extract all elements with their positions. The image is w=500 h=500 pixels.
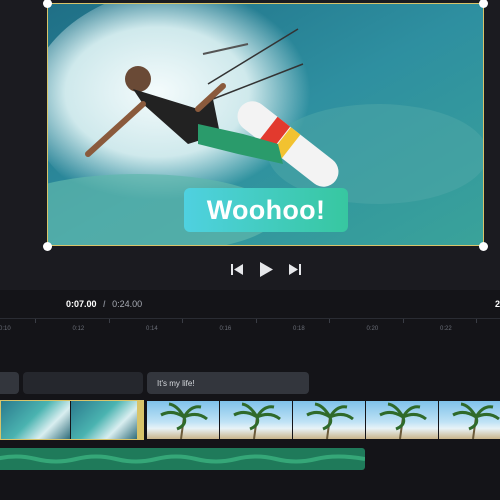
clip-thumbnail [1, 401, 70, 439]
clip-thumbnail [293, 401, 365, 440]
ruler-tick-label: 0:20 [366, 326, 379, 332]
ruler-minor-tick [35, 319, 36, 323]
ruler-tick-label: 0:12 [72, 326, 85, 332]
caption-overlay[interactable]: Woohoo! [184, 188, 348, 232]
audio-clip[interactable] [0, 448, 365, 470]
skip-forward-icon [289, 263, 301, 275]
ruler-minor-tick [108, 319, 110, 323]
text-clip-its-my-life[interactable]: It's my life! [147, 372, 309, 394]
clip-trim-handle[interactable] [137, 400, 144, 440]
ruler-tick-label: 0:18 [293, 326, 305, 332]
clip-thumbnail [220, 401, 292, 440]
text-clip[interactable] [23, 372, 143, 394]
ruler-minor-tick [402, 319, 404, 323]
clip-thumbnail [366, 401, 438, 440]
text-clip-label: It's my life! [157, 378, 195, 388]
audio-waveform [0, 454, 365, 464]
caption-text: Woohoo! [206, 194, 326, 225]
ruler-tick-label: 0:22 [440, 326, 452, 332]
ruler-minor-tick [329, 319, 330, 323]
ruler-tick-label: 0:10 [0, 326, 11, 332]
skip-back-icon [231, 263, 243, 275]
timeline-edge-marker: 2 [495, 299, 500, 309]
resize-handle-bottom-right[interactable] [479, 242, 488, 251]
resize-handle-bottom-left[interactable] [43, 242, 52, 251]
ruler-minor-tick [182, 319, 183, 323]
ruler-minor-tick [255, 319, 257, 323]
current-time: 0:07.00 [66, 299, 97, 309]
ruler-baseline [0, 318, 500, 319]
ruler-tick-label: 0:16 [219, 326, 232, 332]
clip-thumbnail [147, 401, 219, 440]
skip-forward-button[interactable] [286, 260, 304, 278]
text-clip[interactable] [0, 372, 19, 394]
ruler-minor-tick [476, 319, 477, 323]
ruler-tick-label: 0:14 [146, 326, 158, 332]
skip-back-button[interactable] [228, 260, 246, 278]
clip-thumbnail [71, 401, 137, 439]
timecode-display: 0:07.00 / 0:24.00 [66, 299, 142, 309]
play-button[interactable] [256, 258, 276, 280]
clip-thumbnail [439, 401, 500, 440]
total-time: 0:24.00 [112, 299, 143, 309]
time-separator: / [103, 299, 106, 309]
play-icon [259, 261, 273, 277]
